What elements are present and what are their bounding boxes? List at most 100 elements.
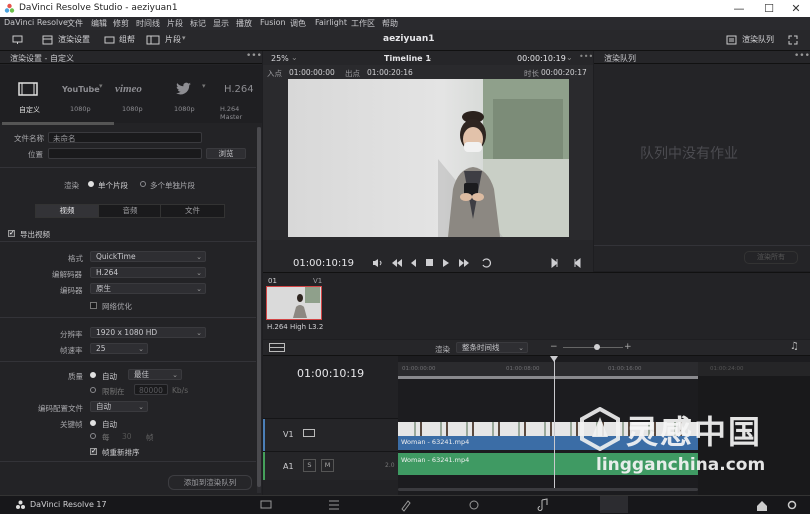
menu-timeline[interactable]: 时间线 [136, 18, 160, 29]
timeline-scrollbar[interactable] [398, 488, 698, 491]
stop-icon[interactable] [425, 256, 435, 268]
minimize-button[interactable]: — [725, 1, 753, 16]
add-to-queue-button[interactable]: 添加到渲染队列 [168, 475, 252, 490]
next-mark-icon[interactable] [551, 256, 559, 268]
timeline-view-icon[interactable] [269, 343, 285, 352]
filename-input[interactable]: 未命名 [48, 132, 202, 143]
audio-clip[interactable]: Woman - 63241.mp4 [398, 453, 698, 475]
encoder-dropdown[interactable]: 原生 ⌄ [90, 283, 206, 294]
clip-thumbnail[interactable] [266, 286, 322, 320]
menu-fairlight[interactable]: Fairlight [315, 18, 347, 27]
keyframe-num[interactable]: 30 [122, 432, 132, 441]
zoom-slider-handle[interactable] [594, 344, 600, 350]
menu-playback[interactable]: 播放 [236, 18, 252, 29]
preset-h264[interactable]: H.264 H.264 Master [214, 68, 262, 121]
menu-edit[interactable]: 编辑 [91, 18, 107, 29]
chevron-down-icon[interactable]: ▾ [182, 34, 186, 42]
loop-icon[interactable] [481, 256, 493, 268]
zoom-level[interactable]: 25% [271, 54, 289, 63]
render-scope-dropdown[interactable]: 整条时间线 ⌄ [456, 342, 528, 353]
tab-audio[interactable]: 音频 [98, 205, 161, 217]
cut-page-icon[interactable] [326, 498, 342, 512]
chevron-down-icon[interactable]: ⌄ [426, 53, 433, 62]
reorder-checkbox[interactable]: ✓ [90, 448, 97, 455]
framerate-dropdown[interactable]: 25 ⌄ [90, 343, 148, 354]
menu-davinci[interactable]: DaVinci Resolve [4, 18, 68, 27]
menu-help[interactable]: 帮助 [382, 18, 398, 29]
tab-video[interactable]: 视频 [36, 205, 98, 217]
resolution-dropdown[interactable]: 1920 x 1080 HD ⌄ [90, 327, 206, 338]
clips-button[interactable]: 组帮 [119, 34, 135, 45]
play-icon[interactable] [442, 256, 452, 268]
close-button[interactable]: ✕ [782, 1, 810, 16]
timeline-name[interactable]: Timeline 1 [384, 54, 431, 63]
render-settings-button[interactable]: 渲染设置 [58, 34, 90, 45]
menu-trim[interactable]: 修剪 [113, 18, 129, 29]
quality-auto-radio[interactable] [90, 372, 96, 378]
maximize-button[interactable]: ☐ [755, 1, 783, 16]
menu-mark[interactable]: 标记 [190, 18, 206, 29]
menu-view[interactable]: 显示 [213, 18, 229, 29]
location-input[interactable] [48, 148, 202, 159]
go-to-end-icon[interactable] [458, 256, 472, 268]
preset-twitter[interactable]: 1080p ▾ [162, 68, 208, 120]
chevron-down-icon[interactable]: ▾ [202, 82, 206, 90]
expand-icon[interactable] [788, 35, 798, 45]
export-video-checkbox[interactable]: ✓ [8, 230, 15, 237]
render-queue-button[interactable]: 渲染队列 [742, 34, 774, 45]
keyframe-auto-radio[interactable] [90, 420, 96, 426]
mute-button[interactable]: M [321, 459, 334, 472]
browse-button[interactable]: 浏览 [206, 148, 246, 159]
menu-clip[interactable]: 片段 [167, 18, 183, 29]
timeline-playhead[interactable] [554, 356, 555, 491]
keyframe-every-radio[interactable] [90, 433, 96, 439]
more-options-icon[interactable]: ••• [579, 52, 593, 61]
single-clip-label[interactable]: 单个片段 [98, 180, 128, 191]
menu-color[interactable]: 调色 [290, 18, 306, 29]
more-options-icon[interactable]: ••• [246, 51, 262, 61]
monitor-track-icon[interactable] [303, 429, 315, 438]
track-v1-header[interactable]: V1 [263, 418, 398, 451]
zoom-slider-track[interactable] [563, 347, 623, 348]
zoom-in-icon[interactable]: + [624, 342, 632, 352]
codec-dropdown[interactable]: H.264 ⌄ [90, 267, 206, 278]
color-page-icon[interactable] [467, 498, 483, 512]
timeline-ruler[interactable]: 01:00:00:00 01:00:08:00 01:00:16:00 [398, 362, 698, 376]
volume-icon[interactable] [375, 256, 387, 268]
quality-limit-radio[interactable] [90, 387, 96, 393]
fusion-page-icon[interactable] [399, 498, 415, 512]
tab-file[interactable]: 文件 [160, 205, 224, 217]
track-a1-header[interactable]: A1 S M 2.0 [263, 451, 398, 480]
play-reverse-icon[interactable] [410, 256, 420, 268]
chevron-down-icon[interactable]: ⌄ [566, 53, 573, 62]
monitor-icon[interactable] [12, 35, 23, 45]
menu-fusion[interactable]: Fusion [260, 18, 286, 27]
preset-vimeo[interactable]: vimeo 1080p [110, 68, 156, 120]
multi-clip-label[interactable]: 多个单独片段 [150, 180, 195, 191]
edit-page-icon[interactable] [258, 498, 274, 512]
preset-custom[interactable]: 自定义 [6, 68, 50, 120]
chevron-down-icon[interactable]: ▾ [99, 82, 103, 90]
more-options-icon[interactable]: ••• [794, 51, 810, 61]
settings-scrollbar[interactable] [257, 127, 261, 493]
fairlight-page-icon[interactable] [536, 498, 552, 512]
home-icon[interactable] [754, 498, 770, 512]
zoom-out-icon[interactable]: − [550, 342, 558, 352]
solo-button[interactable]: S [303, 459, 316, 472]
menu-file[interactable]: 文件 [67, 18, 83, 29]
single-clip-radio[interactable] [88, 181, 94, 187]
preset-scrollbar[interactable] [2, 122, 114, 125]
music-note-icon[interactable]: ♫ [790, 341, 799, 352]
multi-clip-radio[interactable] [140, 181, 146, 187]
deliver-page-icon[interactable] [600, 496, 628, 513]
chevron-down-icon[interactable]: ⌄ [291, 53, 298, 62]
format-dropdown[interactable]: QuickTime ⌄ [90, 251, 206, 262]
video-clip[interactable]: Woman - 63241.mp4 [398, 422, 698, 450]
network-opt-checkbox[interactable] [90, 302, 97, 309]
prev-mark-icon[interactable] [571, 256, 579, 268]
render-all-button[interactable]: 渲染所有 [744, 251, 798, 264]
preset-youtube[interactable]: YouTube 1080p ▾ [56, 68, 104, 120]
quality-dropdown[interactable]: 最佳 ⌄ [128, 369, 182, 380]
encode-profile-dropdown[interactable]: 自动 ⌄ [90, 401, 148, 412]
bitrate-input[interactable]: 80000 [134, 384, 168, 395]
